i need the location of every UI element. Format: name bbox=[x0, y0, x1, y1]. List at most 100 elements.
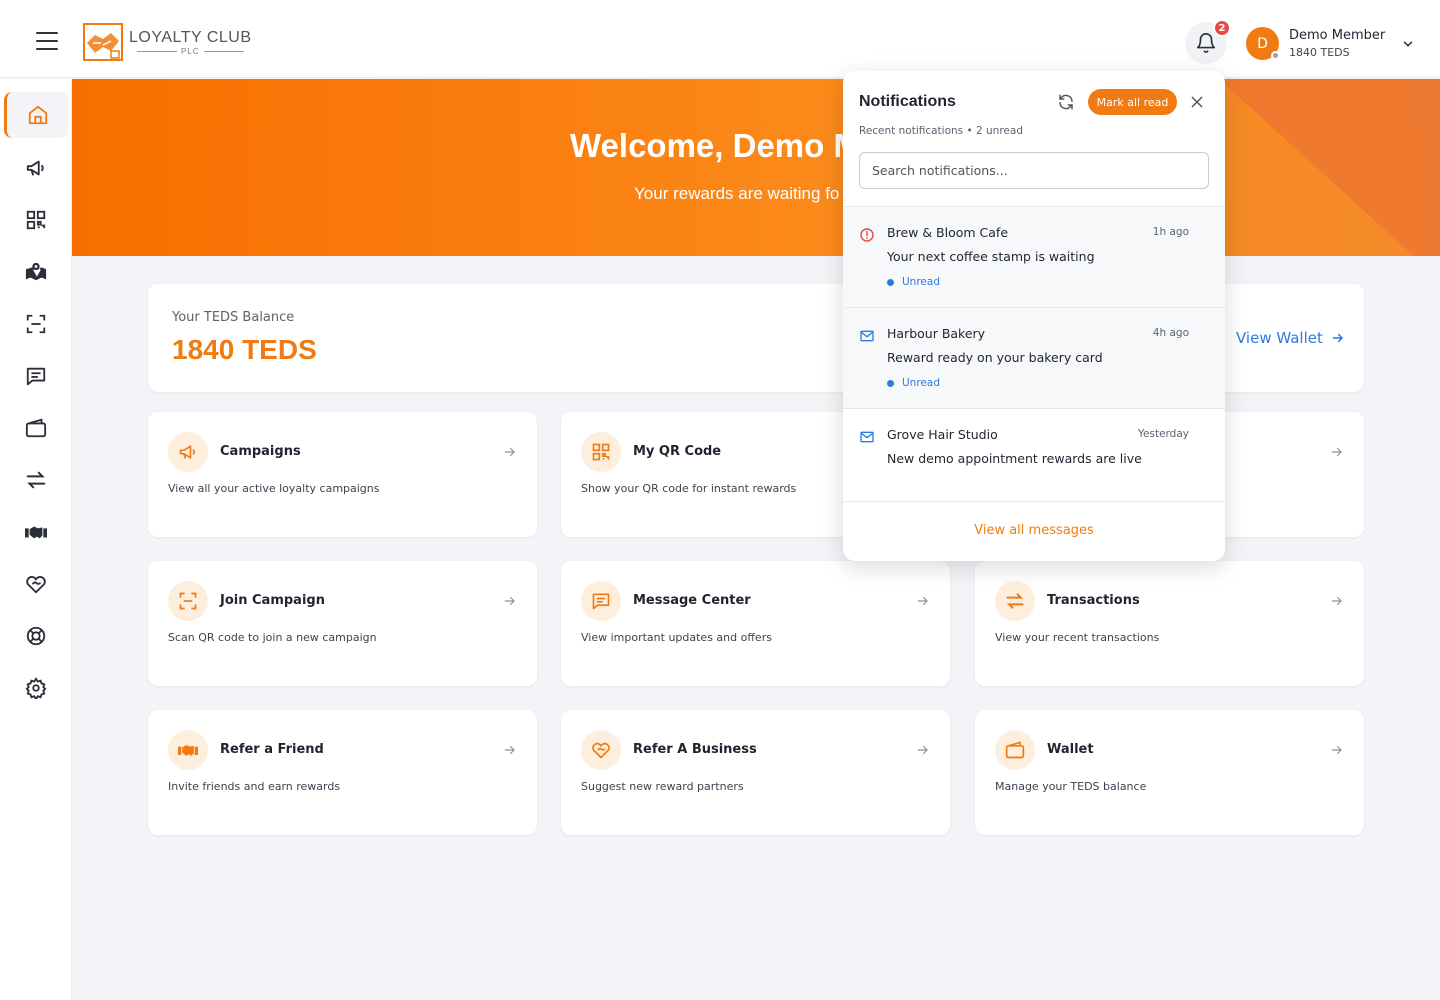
sidebar-item-qr-code[interactable] bbox=[4, 197, 68, 243]
heart-handshake-icon bbox=[26, 576, 46, 594]
tile-icon-wrap bbox=[168, 730, 208, 770]
tile-icon-wrap bbox=[995, 730, 1035, 770]
heart-handshake-icon bbox=[592, 742, 610, 759]
tile-wallet[interactable]: Wallet Manage your TEDS balance bbox=[975, 710, 1364, 835]
close-icon[interactable] bbox=[1189, 94, 1205, 110]
tile-transactions[interactable]: Transactions View your recent transactio… bbox=[975, 561, 1364, 686]
unread-status: Unread bbox=[887, 377, 940, 389]
arrow-right-icon bbox=[504, 745, 515, 755]
notifications-button[interactable]: 2 bbox=[1185, 19, 1231, 64]
tile-desc: View all your active loyalty campaigns bbox=[168, 482, 380, 495]
tile-desc: Scan QR code to join a new campaign bbox=[168, 631, 377, 644]
arrow-right-icon bbox=[1331, 745, 1342, 755]
tile-join-campaign[interactable]: Join Campaign Scan QR code to join a new… bbox=[148, 561, 537, 686]
balance-label: Your TEDS Balance bbox=[172, 310, 295, 325]
sidebar-item-messages[interactable] bbox=[4, 353, 68, 399]
mark-all-read-button[interactable]: Mark all read bbox=[1088, 89, 1177, 115]
notifications-subtitle: Recent notifications • 2 unread bbox=[859, 125, 1023, 137]
tile-desc: View important updates and offers bbox=[581, 631, 772, 644]
sidebar-item-scan[interactable] bbox=[4, 301, 68, 347]
tile-title: Join Campaign bbox=[220, 593, 325, 608]
arrow-right-icon bbox=[1331, 447, 1342, 457]
welcome-subtitle: Your rewards are waiting fo bbox=[634, 184, 840, 203]
view-wallet-link[interactable]: View Wallet bbox=[1236, 329, 1345, 347]
divider bbox=[843, 501, 1225, 502]
notification-sender: Grove Hair Studio bbox=[887, 427, 998, 442]
wallet-icon bbox=[25, 418, 47, 438]
sidebar-item-refer-business[interactable] bbox=[4, 561, 68, 607]
brand-name: LOYALTY CLUB bbox=[129, 28, 252, 46]
logo-mark-icon bbox=[83, 23, 123, 61]
sidebar-item-support[interactable] bbox=[4, 613, 68, 659]
sidebar-item-wallet[interactable] bbox=[4, 405, 68, 451]
welcome-banner: Welcome, Demo M Your rewards are waiting… bbox=[72, 79, 1440, 256]
tile-title: Refer A Business bbox=[633, 742, 757, 757]
notification-message: New demo appointment rewards are live bbox=[887, 451, 1142, 466]
sidebar-item-campaigns[interactable] bbox=[4, 145, 68, 191]
notification-item[interactable]: Harbour Bakery 4h ago Reward ready on yo… bbox=[843, 308, 1225, 409]
scan-icon bbox=[179, 592, 197, 610]
tile-icon-wrap bbox=[995, 581, 1035, 621]
handshake-icon bbox=[178, 745, 198, 756]
avatar-initial: D bbox=[1257, 35, 1268, 52]
qr-code-icon bbox=[592, 443, 610, 461]
transfer-icon bbox=[1006, 593, 1024, 609]
chevron-down-icon bbox=[1404, 41, 1413, 47]
tile-refer-business[interactable]: Refer A Business Suggest new reward part… bbox=[561, 710, 950, 835]
scan-icon bbox=[26, 314, 46, 334]
notification-item[interactable]: Brew & Bloom Cafe 1h ago Your next coffe… bbox=[843, 207, 1225, 308]
tile-campaigns[interactable]: Campaigns View all your active loyalty c… bbox=[148, 412, 537, 537]
sidebar-item-home[interactable] bbox=[4, 92, 68, 138]
lifebuoy-icon bbox=[26, 626, 46, 646]
notification-badge: 2 bbox=[1213, 19, 1231, 37]
tile-desc: Invite friends and earn rewards bbox=[168, 780, 341, 793]
alert-circle-icon bbox=[860, 228, 874, 242]
tile-desc: Show your QR code for instant rewards bbox=[581, 482, 797, 495]
tile-icon-wrap bbox=[168, 432, 208, 472]
notification-time: Yesterday bbox=[1138, 428, 1189, 440]
notification-time: 4h ago bbox=[1152, 327, 1189, 339]
tile-desc: View your recent transactions bbox=[995, 631, 1160, 644]
user-name: Demo Member bbox=[1289, 28, 1386, 43]
qr-code-icon bbox=[26, 210, 46, 230]
mail-icon bbox=[860, 431, 874, 443]
notification-message: Reward ready on your bakery card bbox=[887, 350, 1103, 365]
unread-status: Unread bbox=[887, 276, 940, 288]
sidebar-item-settings[interactable] bbox=[4, 665, 68, 711]
tile-title: Transactions bbox=[1047, 593, 1140, 608]
welcome-title: Welcome, Demo M bbox=[570, 127, 861, 164]
message-icon bbox=[592, 593, 610, 610]
sidebar-item-transactions[interactable] bbox=[4, 457, 68, 503]
tile-title: Refer a Friend bbox=[220, 742, 324, 757]
arrow-right-icon bbox=[1331, 596, 1342, 606]
settings-icon bbox=[25, 677, 47, 699]
wallet-icon bbox=[1005, 741, 1025, 759]
megaphone-icon bbox=[26, 160, 44, 176]
tile-desc: Manage your TEDS balance bbox=[995, 780, 1147, 793]
user-menu[interactable]: D Demo Member 1840 TEDS bbox=[1246, 27, 1415, 60]
arrow-right-icon bbox=[504, 596, 515, 606]
megaphone-icon bbox=[179, 445, 195, 459]
sidebar-item-refer-friend[interactable] bbox=[4, 509, 68, 555]
tile-title: Message Center bbox=[633, 593, 751, 608]
notification-item[interactable]: Grove Hair Studio Yesterday New demo app… bbox=[843, 409, 1225, 510]
bell-icon bbox=[1196, 33, 1216, 53]
transfer-icon bbox=[26, 471, 46, 489]
tile-icon-wrap bbox=[581, 432, 621, 472]
notification-message: Your next coffee stamp is waiting bbox=[887, 249, 1095, 264]
sidebar bbox=[0, 79, 72, 1000]
arrow-right-icon bbox=[1332, 333, 1343, 343]
menu-icon[interactable] bbox=[36, 32, 58, 50]
tile-title: My QR Code bbox=[633, 444, 722, 459]
refresh-icon[interactable] bbox=[1057, 93, 1075, 111]
handshake-icon bbox=[25, 526, 47, 539]
view-wallet-label: View Wallet bbox=[1236, 329, 1323, 347]
arrow-right-icon bbox=[504, 447, 515, 457]
arrow-right-icon bbox=[917, 745, 928, 755]
view-all-messages-link[interactable]: View all messages bbox=[843, 523, 1225, 538]
notification-search-input[interactable] bbox=[859, 152, 1209, 189]
brand-logo[interactable]: LOYALTY CLUB PLC bbox=[83, 23, 252, 61]
tile-refer-friend[interactable]: Refer a Friend Invite friends and earn r… bbox=[148, 710, 537, 835]
tile-message-center[interactable]: Message Center View important updates an… bbox=[561, 561, 950, 686]
sidebar-item-map[interactable] bbox=[4, 249, 68, 295]
